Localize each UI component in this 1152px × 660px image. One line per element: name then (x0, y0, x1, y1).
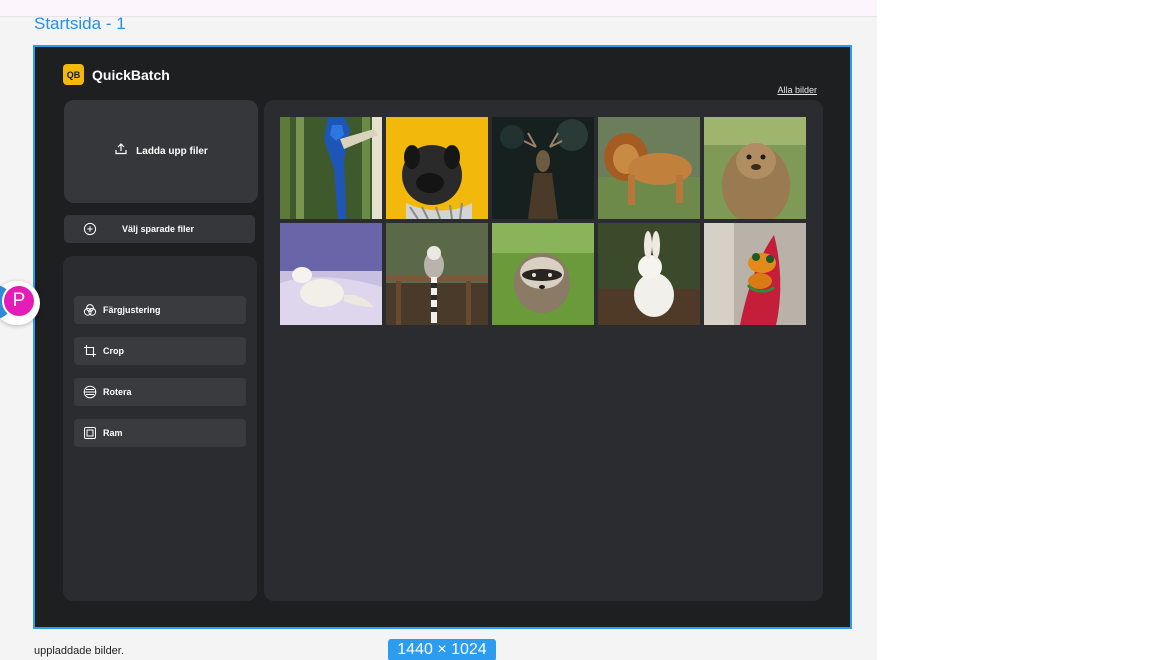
gallery-image-rabbit[interactable] (598, 223, 700, 325)
color-adjust-icon (83, 303, 97, 322)
gallery-image-parrot[interactable] (280, 117, 382, 219)
tool-label: Ram (103, 428, 123, 438)
design-canvas: Startsida - 1 QB QuickBatch Alla bilder … (0, 0, 877, 660)
tool-crop[interactable]: Crop (74, 337, 246, 365)
choose-saved-files-button[interactable]: Välj sparade filer (64, 215, 255, 243)
collaborator-avatar[interactable]: P (2, 284, 36, 318)
tool-frame[interactable]: Ram (74, 419, 246, 447)
gallery-image-frog[interactable] (704, 223, 806, 325)
gallery-image-marmot[interactable] (704, 117, 806, 219)
gallery-image-deer[interactable] (492, 117, 594, 219)
upload-icon (114, 142, 128, 161)
tool-color-adjust[interactable]: Färgjustering (74, 296, 246, 324)
gallery-image-lemur[interactable] (386, 223, 488, 325)
app-frame[interactable]: QB QuickBatch Alla bilder Ladda upp file… (33, 45, 852, 629)
gallery-image-arctic-fox[interactable] (280, 223, 382, 325)
tool-label: Rotera (103, 387, 132, 397)
bottom-note: uppladdade bilder. (34, 645, 124, 657)
upload-files-button[interactable]: Ladda upp filer (64, 100, 258, 203)
tools-panel: Färgjustering Crop Rotera Ram (63, 256, 257, 601)
upload-files-label: Ladda upp filer (136, 146, 208, 157)
tool-rotate[interactable]: Rotera (74, 378, 246, 406)
all-images-link[interactable]: Alla bilder (777, 85, 817, 95)
app-name: QuickBatch (92, 67, 170, 83)
gallery-image-raccoon[interactable] (492, 223, 594, 325)
frame-icon (83, 426, 97, 445)
choose-saved-files-label: Välj sparade filer (122, 224, 195, 234)
tool-label: Crop (103, 346, 124, 356)
crop-icon (83, 344, 97, 363)
plus-circle-icon (83, 222, 97, 241)
frame-title[interactable]: Startsida - 1 (34, 14, 126, 34)
frame-dimensions-badge: 1440 × 1024 (388, 639, 496, 660)
app-logo: QB (63, 64, 84, 85)
gallery-image-lion[interactable] (598, 117, 700, 219)
canvas-top-strip (0, 0, 877, 17)
tool-label: Färgjustering (103, 305, 161, 315)
image-gallery (264, 100, 823, 601)
gallery-image-pug[interactable] (386, 117, 488, 219)
rotate-icon (83, 385, 97, 404)
